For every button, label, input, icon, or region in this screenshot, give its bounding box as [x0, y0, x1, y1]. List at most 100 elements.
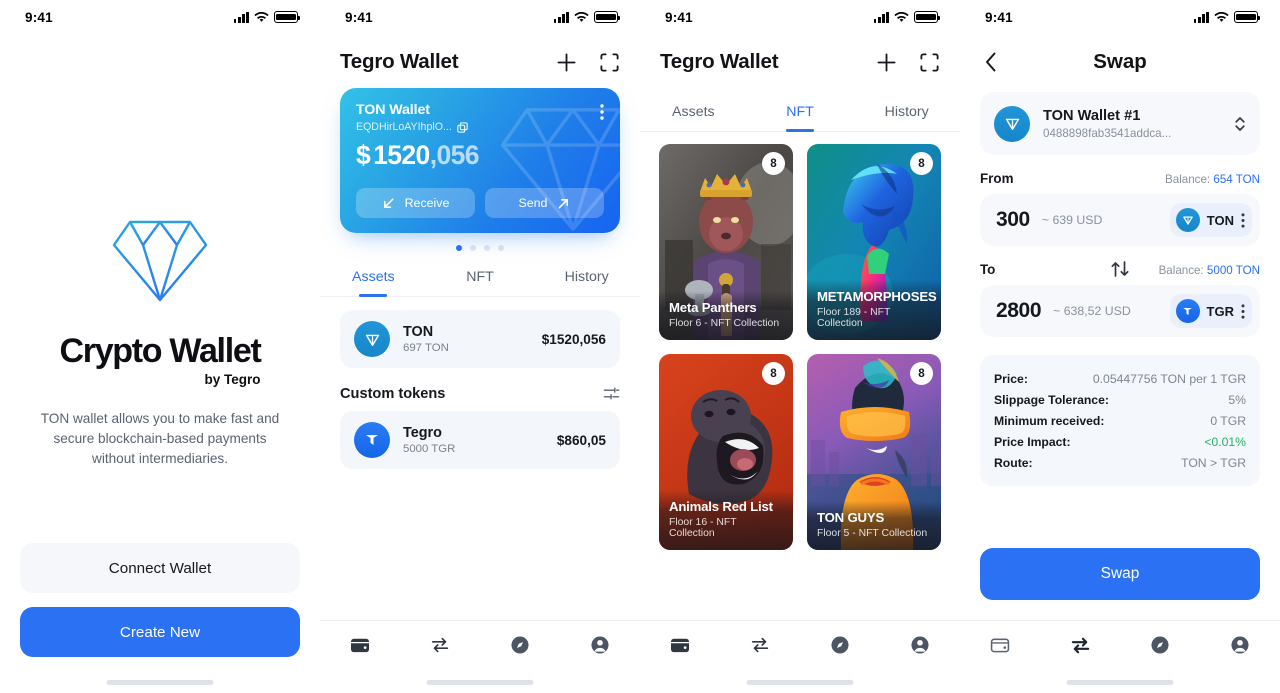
- wifi-icon: [254, 11, 269, 22]
- from-balance-value: 654 TON: [1213, 173, 1260, 186]
- swap-vertical-icon: [1111, 261, 1129, 277]
- nft-card[interactable]: 8 Meta Panthers Floor 6 - NFT Collection: [659, 144, 793, 340]
- list-item[interactable]: Tegro 5000 TGR $860,05: [340, 411, 620, 469]
- detail-key: Route:: [994, 455, 1033, 470]
- screen-swap: 9:41 Swap TON Wallet #1 0488898fab3541ad…: [960, 0, 1280, 693]
- nav-explore[interactable]: [480, 634, 560, 656]
- receive-label: Receive: [404, 196, 450, 210]
- wallet-selector[interactable]: TON Wallet #1 0488898fab3541addca...: [980, 92, 1260, 155]
- nft-count-badge: 8: [762, 152, 785, 175]
- nft-card[interactable]: 8 Animals Red List Floor 16 - NFT Collec…: [659, 354, 793, 550]
- sliders-icon[interactable]: [603, 385, 620, 402]
- tab-history[interactable]: History: [533, 261, 640, 296]
- more-vertical-icon[interactable]: [1241, 212, 1245, 228]
- tab-nft[interactable]: NFT: [747, 96, 854, 131]
- wifi-icon: [894, 11, 909, 22]
- tab-assets[interactable]: Assets: [640, 96, 747, 131]
- nav-wallet[interactable]: [320, 634, 400, 656]
- page-title: Crypto Wallet: [59, 331, 262, 370]
- nav-swap[interactable]: [720, 634, 800, 656]
- more-vertical-icon[interactable]: [600, 104, 604, 120]
- home-indicator: [426, 680, 534, 685]
- create-new-button[interactable]: Create New: [20, 607, 300, 657]
- asset-name: Tegro: [403, 425, 442, 441]
- status-bar-icons: [553, 11, 621, 23]
- to-amount-input[interactable]: 2800: [996, 299, 1042, 323]
- from-token-selector[interactable]: TON: [1169, 203, 1252, 237]
- nav-profile[interactable]: [1200, 634, 1280, 656]
- card-decoration-diamond: [498, 102, 620, 233]
- tab-assets[interactable]: Assets: [320, 261, 427, 296]
- pagination-dot[interactable]: [498, 245, 504, 251]
- wallet-icon: [351, 638, 369, 653]
- plus-icon[interactable]: [556, 52, 577, 73]
- from-token-name: TON: [1206, 212, 1234, 228]
- nav-profile[interactable]: [560, 634, 640, 656]
- wallet-card[interactable]: TON Wallet EQDHirLoAYIhplO... $1520,056: [340, 88, 620, 233]
- to-token-name: TGR: [1206, 303, 1234, 319]
- receive-button[interactable]: Receive: [356, 188, 475, 218]
- scan-qr-icon[interactable]: [919, 52, 940, 73]
- balance-main: 1520: [373, 140, 430, 170]
- pagination-dot[interactable]: [470, 245, 476, 251]
- detail-key: Price Impact:: [994, 434, 1071, 449]
- nft-card[interactable]: 8 METAMORPHOSES Floor 189 - NFT Collecti…: [807, 144, 941, 340]
- status-bar: 9:41: [320, 0, 640, 34]
- screen-assets: 9:41 Tegro Wallet TON Wallet EQDHirLoAYI…: [320, 0, 640, 693]
- nav-profile[interactable]: [880, 634, 960, 656]
- swap-direction-button[interactable]: [1108, 258, 1132, 285]
- to-balance-value: 5000 TON: [1206, 264, 1260, 277]
- scan-qr-icon[interactable]: [599, 52, 620, 73]
- wallet-selector-meta: TON Wallet #1 0488898fab3541addca...: [1043, 108, 1234, 140]
- nav-explore[interactable]: [1120, 634, 1200, 656]
- to-label: To: [980, 262, 996, 277]
- connect-wallet-button[interactable]: Connect Wallet: [20, 543, 300, 593]
- swap-body: TON Wallet #1 0488898fab3541addca... Fro…: [960, 82, 1280, 486]
- from-amount-input[interactable]: 300: [996, 208, 1030, 232]
- status-bar-icons: [873, 11, 941, 23]
- nav-explore[interactable]: [800, 634, 880, 656]
- nft-count-badge: 8: [910, 152, 933, 175]
- pagination-dot[interactable]: [456, 245, 462, 251]
- status-bar-time: 9:41: [985, 9, 1013, 25]
- list-item[interactable]: TON 697 TON $1520,056: [340, 310, 620, 368]
- detail-key: Slippage Tolerance:: [994, 392, 1109, 407]
- back-button[interactable]: [980, 51, 1002, 73]
- wallet-icon: [990, 638, 1010, 653]
- swap-button[interactable]: Swap: [980, 548, 1260, 600]
- compass-icon: [1151, 636, 1169, 654]
- nav-wallet[interactable]: [640, 634, 720, 656]
- to-amount-row[interactable]: 2800 ~ 638,52 USD TGR: [980, 285, 1260, 337]
- status-bar: 9:41: [960, 0, 1280, 34]
- wifi-icon: [1214, 11, 1229, 22]
- to-token-selector[interactable]: TGR: [1169, 294, 1252, 328]
- tab-nft[interactable]: NFT: [427, 261, 534, 296]
- plus-icon[interactable]: [876, 52, 897, 73]
- nav-swap[interactable]: [1040, 634, 1120, 657]
- pagination-dot[interactable]: [484, 245, 490, 251]
- status-bar-time: 9:41: [665, 9, 693, 25]
- more-vertical-icon[interactable]: [1241, 303, 1245, 319]
- signal-bars-icon: [553, 11, 569, 23]
- signal-bars-icon: [873, 11, 889, 23]
- nft-grid: 8 Meta Panthers Floor 6 - NFT Collection: [640, 132, 960, 550]
- nft-card[interactable]: 8 TON GUYS Floor 5 - NFT Collection: [807, 354, 941, 550]
- swap-icon: [751, 637, 769, 653]
- brand-block: Crypto Wallet by Tegro: [59, 308, 262, 387]
- nav-wallet[interactable]: [960, 634, 1040, 656]
- nft-subtitle: Floor 16 - NFT Collection: [669, 517, 737, 539]
- tab-history[interactable]: History: [853, 96, 960, 131]
- header-actions: [876, 52, 940, 73]
- wallet-tabs: Assets NFT History: [640, 96, 960, 132]
- from-amount-row[interactable]: 300 ~ 639 USD TON: [980, 194, 1260, 246]
- home-indicator: [746, 680, 854, 685]
- copy-icon[interactable]: [457, 121, 468, 133]
- chevron-updown-icon[interactable]: [1234, 114, 1246, 134]
- screen-onboarding: 9:41 Crypto Wallet by Tegro TON wallet a…: [0, 0, 320, 693]
- nft-title: METAMORPHOSES: [817, 289, 937, 304]
- wifi-icon: [574, 11, 589, 22]
- status-bar: 9:41: [640, 0, 960, 34]
- detail-value: TON > TGR: [1181, 455, 1246, 470]
- swap-cta-area: Swap: [980, 548, 1260, 600]
- nav-swap[interactable]: [400, 634, 480, 656]
